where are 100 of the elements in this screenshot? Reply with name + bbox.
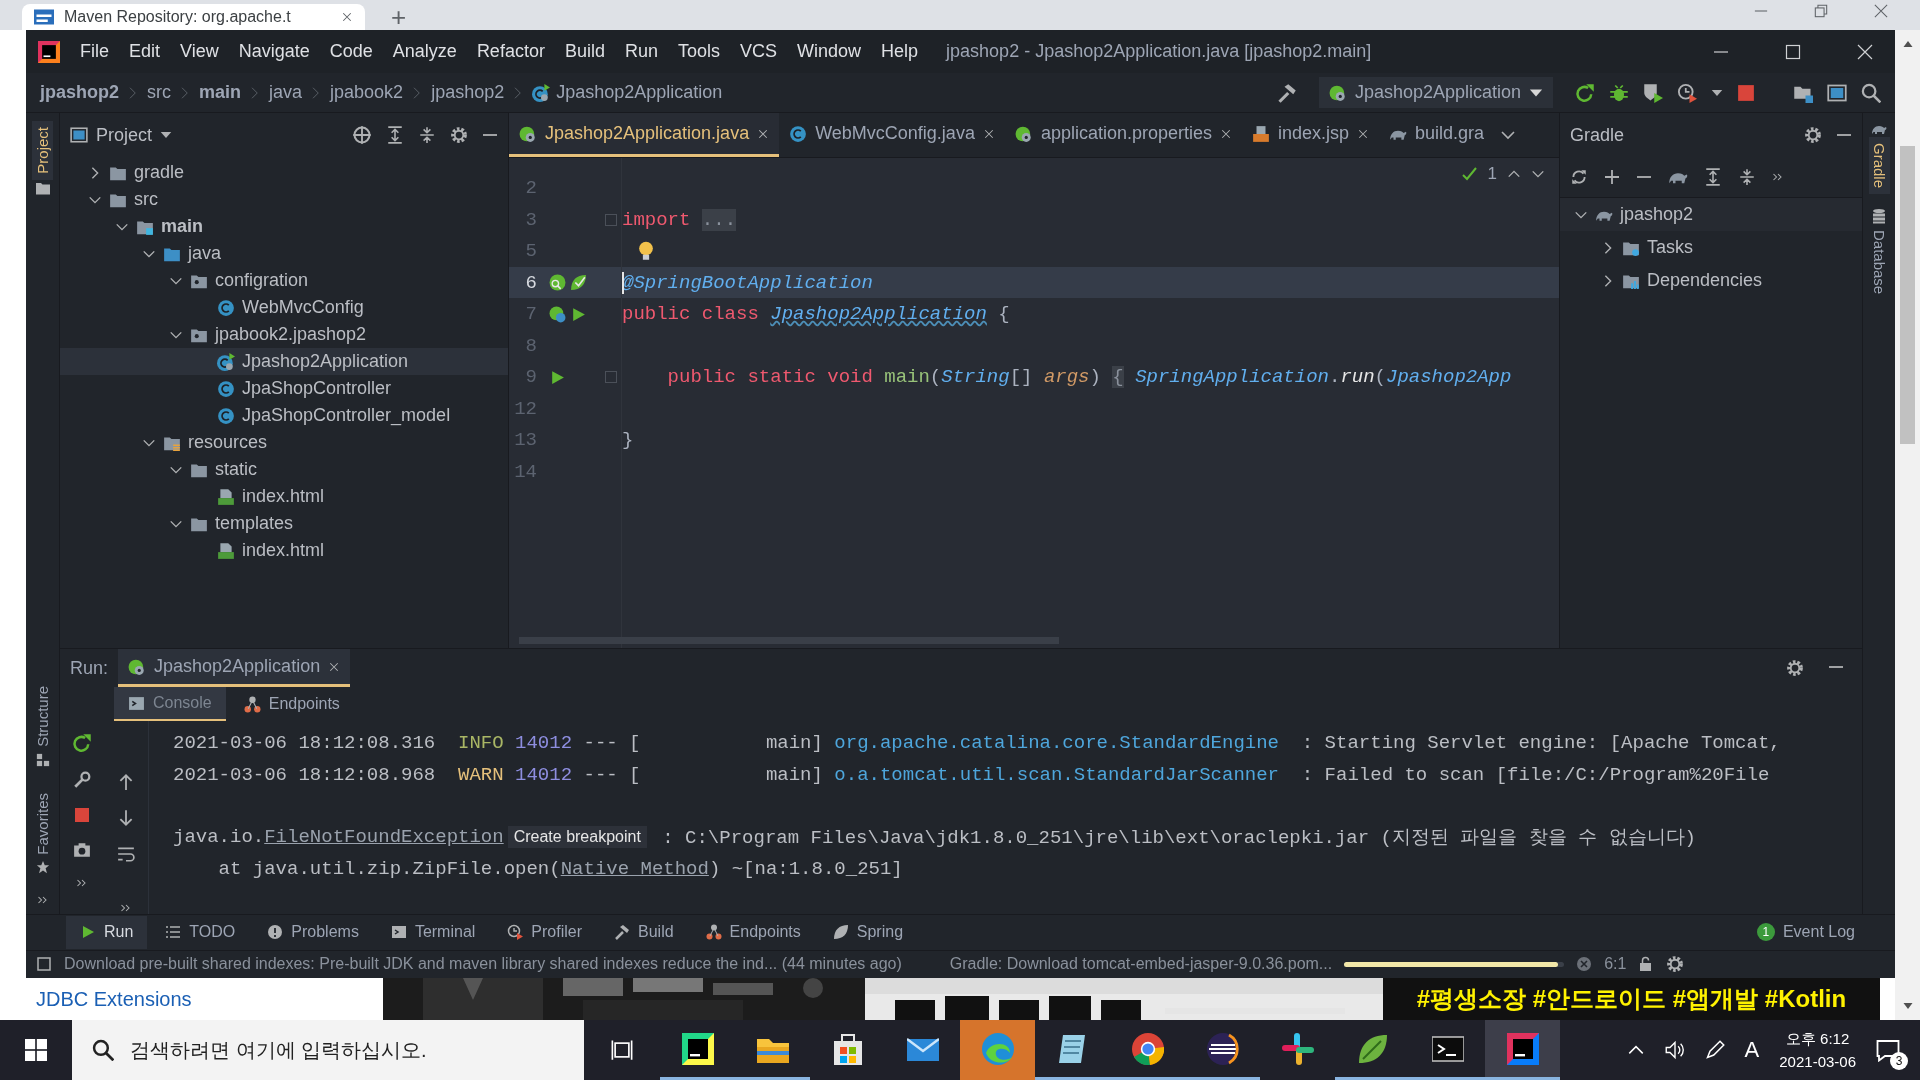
breadcrumb[interactable]: Jpashop2Application	[532, 82, 723, 104]
tree-item[interactable]: templates	[60, 510, 508, 538]
new-tab-button[interactable]: +	[391, 4, 407, 30]
tree-item[interactable]: WebMvcConfig	[60, 294, 508, 322]
bean-icon[interactable]	[549, 305, 566, 323]
tool-tab[interactable]: TODO	[151, 915, 250, 949]
close-icon[interactable]	[328, 660, 341, 673]
search-field[interactable]: 검색하려면 여기에 입력하십시오.	[72, 1020, 584, 1080]
scrollbar[interactable]	[1895, 30, 1920, 1020]
breadcrumb[interactable]: jpashop2	[40, 82, 119, 104]
scrollbar-thumb[interactable]	[1900, 146, 1915, 444]
bulb-icon[interactable]	[636, 241, 656, 262]
panel-toggle-icon[interactable]	[36, 956, 52, 973]
settings-icon[interactable]	[1804, 126, 1822, 145]
promo-banner[interactable]: #평생소장 #안드로이드 #앱개발 #Kotlin	[1383, 978, 1880, 1020]
breadcrumb[interactable]: jpabook2	[330, 82, 404, 104]
link[interactable]: FileNotFoundException	[264, 826, 504, 849]
leaf-icon[interactable]	[570, 274, 587, 292]
tool-tab[interactable]: Spring	[818, 915, 918, 949]
close-icon[interactable]	[341, 11, 353, 23]
tree-item[interactable]: java	[60, 240, 508, 268]
tool-window-button[interactable]: Database	[1868, 224, 1890, 301]
settings-icon[interactable]	[1786, 659, 1804, 678]
fold-marker[interactable]	[605, 371, 617, 384]
console-tab[interactable]: Endpoints	[229, 687, 354, 722]
create-breakpoint-link[interactable]: Create breakpoint	[507, 826, 647, 849]
inspection-count[interactable]: 1	[1487, 164, 1497, 185]
tree-item[interactable]: gradle	[60, 159, 508, 187]
settings-icon[interactable]	[450, 126, 468, 145]
rerun-icon[interactable]	[72, 733, 92, 754]
tool-window-button[interactable]: Gradle	[1868, 137, 1890, 195]
refresh-icon[interactable]	[1570, 168, 1588, 187]
input-method-indicator[interactable]: A	[1744, 1037, 1760, 1063]
tool-window-button[interactable]: Project	[32, 121, 53, 180]
breadcrumb[interactable]: java	[269, 82, 303, 104]
tree-item[interactable]: jpashop2	[1560, 198, 1862, 232]
expand-all-icon[interactable]	[1704, 168, 1722, 187]
close-icon[interactable]	[982, 127, 995, 140]
maximize-icon[interactable]	[1785, 43, 1801, 60]
stop-icon[interactable]	[1737, 83, 1755, 102]
menu-item[interactable]: Help	[871, 41, 929, 63]
tree-item[interactable]: configration	[60, 267, 508, 295]
arrow-up-icon[interactable]	[117, 773, 135, 792]
settings-icon[interactable]	[1666, 955, 1685, 974]
tree-item[interactable]: resources	[60, 429, 508, 457]
arrow-down-icon[interactable]	[117, 809, 135, 828]
run-config-dropdown[interactable]: Jpashop2Application	[1318, 77, 1553, 109]
tree-item[interactable]: Jpashop2Application	[60, 348, 508, 376]
run-session-tab[interactable]: Jpashop2Application	[118, 649, 351, 688]
menu-item[interactable]: Analyze	[382, 41, 467, 63]
stop-icon[interactable]	[74, 807, 90, 824]
hammer-icon[interactable]	[1276, 82, 1297, 103]
coverage-icon[interactable]	[1643, 82, 1663, 103]
menu-item[interactable]: Build	[554, 41, 615, 63]
bean-search-icon[interactable]	[549, 274, 566, 292]
profiler-icon[interactable]	[1677, 82, 1697, 103]
run-icon[interactable]	[570, 305, 587, 323]
editor-tab[interactable]: WebMvcConfig.java	[779, 113, 1005, 158]
close-icon[interactable]	[757, 127, 770, 140]
tree-item[interactable]: index.html	[60, 483, 508, 511]
locate-icon[interactable]	[352, 125, 372, 146]
tree-item[interactable]: Dependencies	[1560, 264, 1862, 298]
tree-item[interactable]: src	[60, 186, 508, 214]
breadcrumb[interactable]: jpashop2	[431, 82, 505, 104]
panel-title[interactable]: Project	[70, 124, 173, 146]
camera-icon[interactable]	[73, 841, 91, 860]
expand-all-icon[interactable]	[386, 126, 404, 145]
collapse-all-icon[interactable]	[1738, 168, 1756, 187]
menu-item[interactable]: Code	[319, 41, 383, 63]
wrench-icon[interactable]	[73, 771, 91, 790]
tool-tab[interactable]: Endpoints	[691, 915, 815, 949]
search-icon[interactable]	[1861, 82, 1881, 103]
breadcrumb[interactable]: src	[147, 82, 171, 104]
browser-tab[interactable]: Maven Repository: org.apache.t	[22, 4, 365, 30]
tool-tab[interactable]: Profiler	[493, 915, 597, 949]
link[interactable]: Native Method	[560, 858, 709, 881]
tool-tab[interactable]: Build	[600, 915, 688, 949]
editor-tab[interactable]: Jpashop2Application.java	[509, 113, 780, 158]
plus-icon[interactable]	[1604, 169, 1620, 186]
caret-position[interactable]: 6:1	[1604, 955, 1627, 974]
tree-item[interactable]: index.html	[60, 537, 508, 565]
tree-item[interactable]: Tasks	[1560, 231, 1862, 265]
link[interactable]: JDBC Extensions	[0, 978, 383, 1020]
menu-item[interactable]: Edit	[119, 41, 171, 63]
breadcrumb[interactable]: main	[199, 82, 242, 104]
tool-window-button[interactable]: Favorites	[32, 786, 53, 861]
tree-item[interactable]: JpaShopController_model	[60, 402, 508, 430]
tool-tab[interactable]: Terminal	[376, 915, 490, 949]
menu-item[interactable]: Tools	[667, 41, 730, 63]
soft-wrap-icon[interactable]	[117, 845, 135, 864]
volume-icon[interactable]	[1664, 1040, 1685, 1060]
fold-marker[interactable]	[605, 213, 617, 226]
cancel-icon[interactable]	[1576, 956, 1593, 973]
close-icon[interactable]	[1220, 127, 1232, 140]
run-icon[interactable]	[549, 368, 566, 386]
tree-item[interactable]: jpabook2.jpashop2	[60, 321, 508, 349]
close-icon[interactable]	[1357, 127, 1370, 140]
tool-tab[interactable]: Run	[66, 915, 148, 949]
status-message[interactable]: Download pre-built shared indexes: Pre-built JDK and maven library shared indexes reduce the ind... (44 minutes ago)	[64, 955, 902, 974]
editor-tab[interactable]: build.gra	[1379, 113, 1495, 158]
